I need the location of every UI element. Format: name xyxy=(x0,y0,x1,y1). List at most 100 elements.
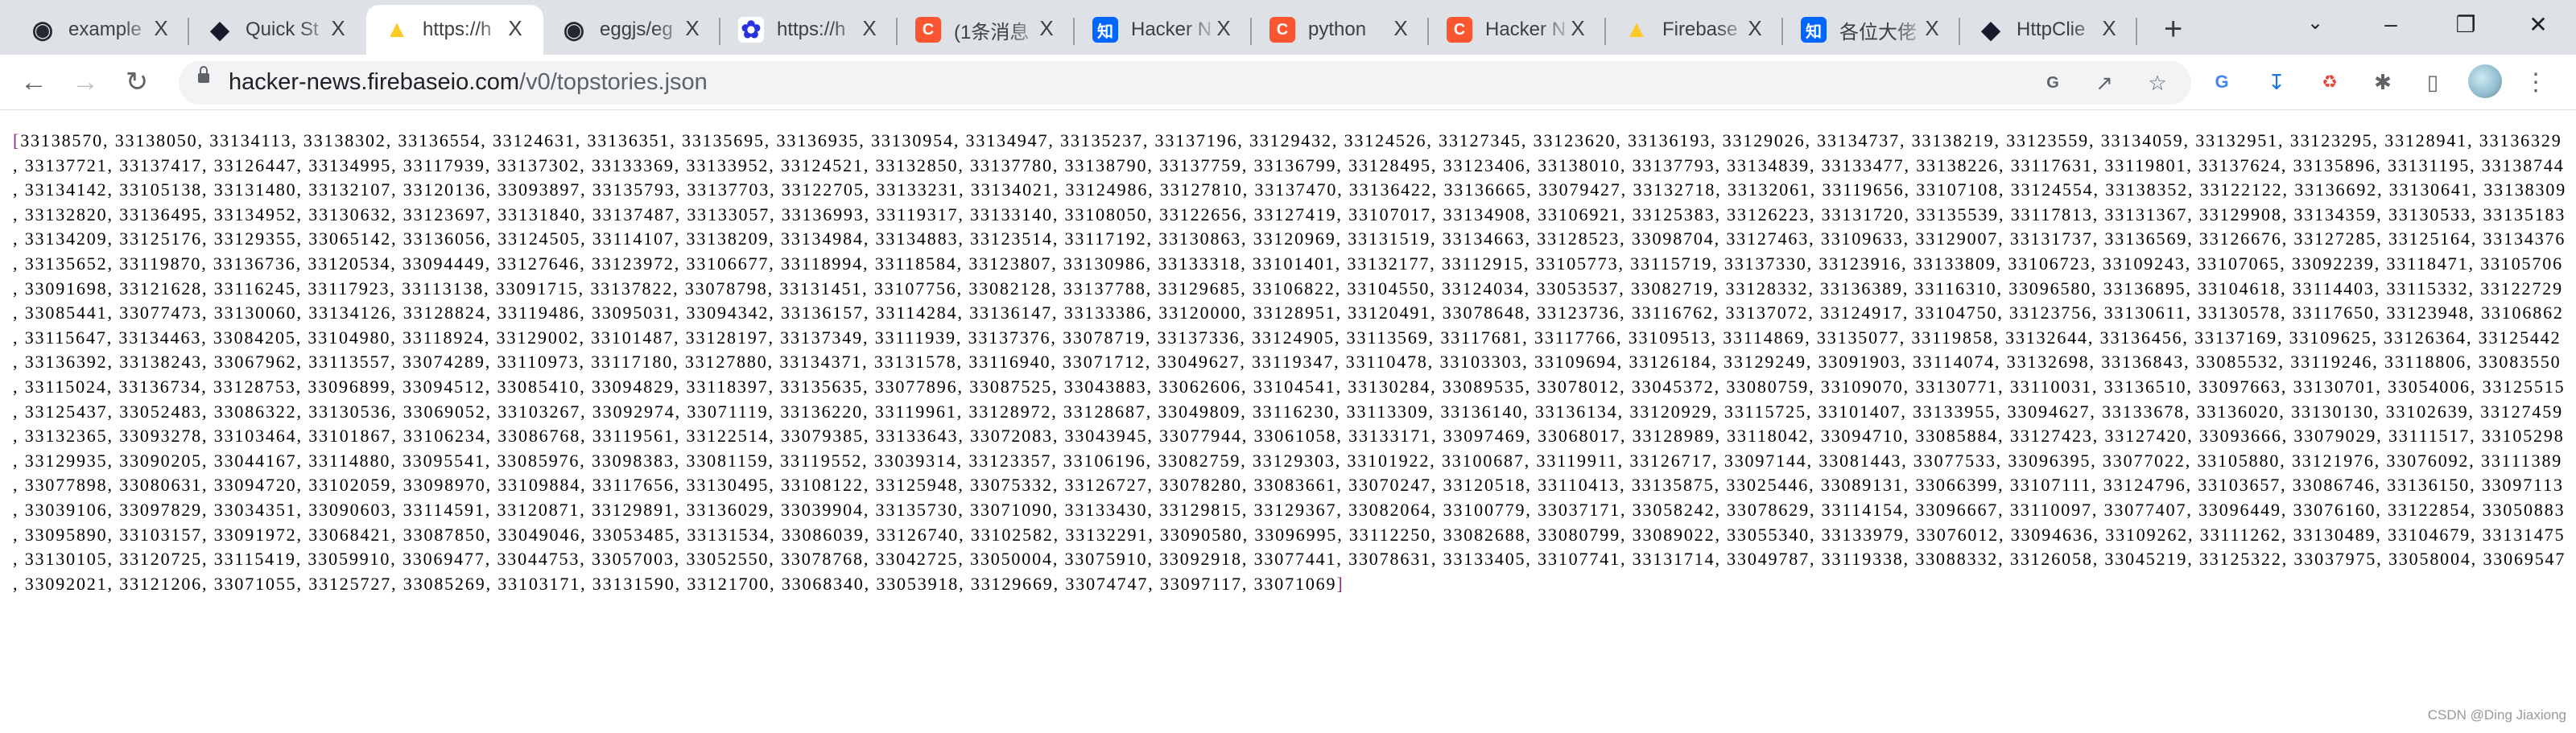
story-id: 33133386 xyxy=(1063,303,1147,323)
share-icon[interactable]: ↗ xyxy=(2090,68,2119,97)
tab-1[interactable]: ◉ example X xyxy=(12,5,189,55)
menu-kebab-icon[interactable]: ⋮ xyxy=(2521,68,2550,97)
story-id: 33136351 xyxy=(587,130,671,150)
tab-3[interactable]: ▲ https://h X xyxy=(366,5,543,55)
tab-close-button[interactable]: X xyxy=(326,16,350,40)
story-id: 33106234 xyxy=(402,426,486,447)
tab-10[interactable]: ▲ Firebase X xyxy=(1606,5,1783,55)
tab-close-button[interactable]: X xyxy=(1034,16,1059,40)
tab-close-button[interactable]: X xyxy=(680,16,704,40)
story-id: 33077407 xyxy=(2103,499,2187,520)
story-id: 33133952 xyxy=(686,154,770,175)
story-id: 33120534 xyxy=(308,253,391,274)
story-id: 33101487 xyxy=(591,327,674,348)
story-id: 33050004 xyxy=(970,549,1053,570)
story-id: 33132107 xyxy=(308,179,392,200)
tab-title: HttpClie xyxy=(2017,19,2086,40)
tab-4[interactable]: ◉ eggjs/eg X xyxy=(543,5,720,55)
story-id: 33120929 xyxy=(1629,401,1713,422)
google-translate-extension-icon[interactable]: G xyxy=(2207,68,2236,97)
tab-5[interactable]: ✿ https://h X xyxy=(720,5,898,55)
bookmark-star-icon[interactable]: ☆ xyxy=(2143,68,2172,97)
close-window-button[interactable]: ✕ xyxy=(2522,11,2554,38)
json-line: , 33135652, 33119870, 33136736, 33120534… xyxy=(13,253,2563,274)
tab-close-button[interactable]: X xyxy=(503,16,527,40)
tab-close-button[interactable]: X xyxy=(1566,16,1590,40)
story-id: 33082064 xyxy=(1348,499,1431,520)
story-id: 33103157 xyxy=(119,524,203,545)
side-panel-icon[interactable]: ▯ xyxy=(2418,68,2447,97)
story-id: 33134209 xyxy=(24,229,108,249)
story-id: 33124986 xyxy=(1065,179,1149,200)
story-id: 33130771 xyxy=(1915,376,1999,397)
story-id: 33087525 xyxy=(969,376,1053,397)
story-id: 33078631 xyxy=(1348,549,1431,570)
back-button[interactable]: ← xyxy=(18,66,50,98)
tab-close-button[interactable]: X xyxy=(2097,16,2121,40)
story-id: 33103171 xyxy=(497,573,581,594)
profile-avatar[interactable] xyxy=(2468,64,2502,98)
story-id: 33117192 xyxy=(1064,229,1147,249)
story-id: 33135896 xyxy=(2293,154,2376,175)
story-id: 33136329 xyxy=(2479,130,2562,150)
story-id: 33113309 xyxy=(1346,401,1429,422)
story-id: 33135652 xyxy=(24,253,108,274)
json-line: , 33130105, 33120725, 33115419, 33059910… xyxy=(13,549,2566,570)
tab-close-button[interactable]: X xyxy=(857,16,881,40)
reload-button[interactable]: ↻ xyxy=(121,66,153,98)
tab-close-button[interactable]: X xyxy=(1389,16,1413,40)
tab-search-chevron-icon[interactable]: ⌄ xyxy=(2299,11,2331,35)
sitemap-extension-icon[interactable]: ♻ xyxy=(2315,68,2344,97)
story-id: 33137196 xyxy=(1154,130,1238,150)
story-id: 33119246 xyxy=(2290,352,2373,373)
story-id: 33097117 xyxy=(1159,573,1242,594)
json-line: , 33137721, 33137417, 33126447, 33134995… xyxy=(13,154,2565,175)
story-id: 33069052 xyxy=(402,401,486,422)
tab-close-button[interactable]: X xyxy=(1212,16,1236,40)
tab-close-button[interactable]: X xyxy=(1920,16,1944,40)
story-id: 33133678 xyxy=(2102,401,2185,422)
story-id: 33121628 xyxy=(119,278,203,299)
csdn-icon: C xyxy=(1447,17,1472,43)
minimize-button[interactable]: – xyxy=(2375,11,2407,37)
story-id: 33124526 xyxy=(1344,130,1427,150)
tab-7[interactable]: 知 Hacker NX xyxy=(1075,5,1252,55)
httpclient-icon: ◆ xyxy=(210,16,229,43)
story-id: 33054006 xyxy=(2388,376,2471,397)
tab-9[interactable]: C Hacker NX xyxy=(1429,5,1606,55)
story-id: 33084205 xyxy=(213,327,296,348)
new-tab-button[interactable]: + xyxy=(2164,13,2182,45)
story-id: 33077441 xyxy=(1253,549,1337,570)
tab-close-button[interactable]: X xyxy=(149,16,173,40)
lock-icon[interactable] xyxy=(198,66,209,83)
address-bar[interactable]: hacker-news.firebaseio.com/v0/topstories… xyxy=(179,61,2191,105)
story-id: 33124554 xyxy=(2010,179,2094,200)
tab-2[interactable]: ◆ Quick St X xyxy=(189,5,366,55)
story-id: 33094449 xyxy=(402,253,485,274)
story-id: 33068340 xyxy=(781,573,865,594)
story-id: 33053537 xyxy=(1536,278,1620,299)
story-id: 33106822 xyxy=(1252,278,1335,299)
forward-button[interactable]: → xyxy=(69,66,101,98)
tab-8[interactable]: Cpython X xyxy=(1252,5,1429,55)
story-id: 33082128 xyxy=(968,278,1052,299)
story-id: 33068017 xyxy=(1538,426,1620,447)
tab-11[interactable]: 知各位大佬 X xyxy=(1783,5,1960,55)
extensions-puzzle-icon[interactable]: ✱ xyxy=(2368,68,2397,97)
story-id: 33137169 xyxy=(2194,327,2277,348)
tab-12[interactable]: ◆ HttpClie X xyxy=(1960,5,2137,55)
story-id: 33117681 xyxy=(1440,327,1523,348)
tab-close-button[interactable]: X xyxy=(1743,16,1767,40)
story-id: 33098704 xyxy=(1631,229,1715,249)
story-id: 33134995 xyxy=(308,154,392,175)
download-extension-icon[interactable]: ↧ xyxy=(2262,68,2291,97)
story-id: 33135539 xyxy=(1916,204,1999,224)
json-line: , 33092021, 33121206, 33071055, 33125727… xyxy=(13,573,1344,594)
translate-icon[interactable]: G xyxy=(2038,68,2067,97)
tab-6[interactable]: C (1条消息 X xyxy=(898,5,1075,55)
firebase-icon: ▲ xyxy=(385,16,409,43)
restore-button[interactable]: ❐ xyxy=(2450,11,2482,38)
story-id: 33109633 xyxy=(1820,229,1904,249)
url-text[interactable]: hacker-news.firebaseio.com/v0/topstories… xyxy=(229,69,708,96)
story-id: 33109625 xyxy=(2289,327,2372,348)
